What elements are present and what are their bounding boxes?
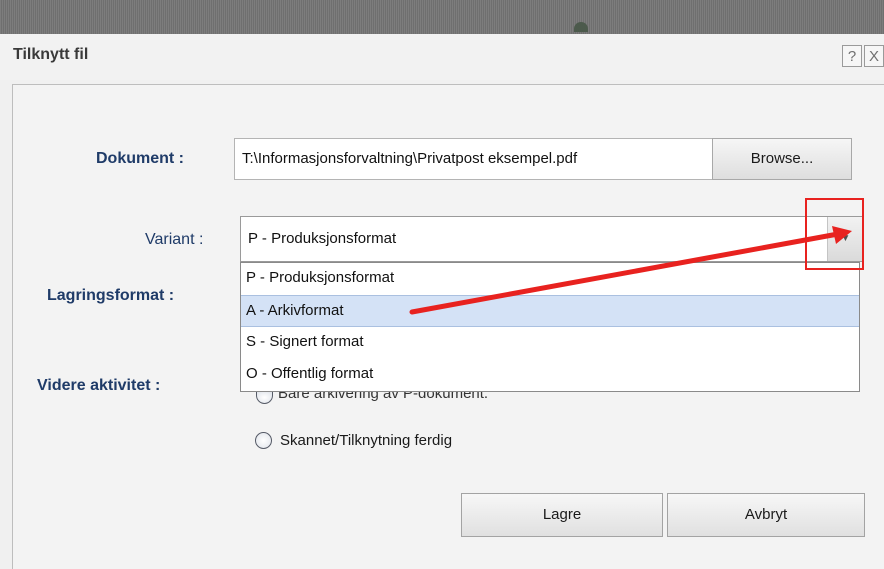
storage-format-label: Lagringsformat : (47, 287, 175, 304)
dropdown-option-a[interactable]: A - Arkivformat (241, 295, 859, 327)
variant-dropdown-list: P - Produksjonsformat A - Arkivformat S … (240, 262, 860, 392)
dialog-title: Tilknytt fil (13, 46, 89, 63)
radio-scanned-finished-label: Skannet/Tilknytning ferdig (280, 432, 453, 449)
dropdown-option-s[interactable]: S - Signert format (241, 327, 859, 359)
variant-selected-value: P - Produksjonsformat (248, 230, 397, 247)
radio-scanned-finished[interactable] (255, 432, 272, 449)
close-button[interactable]: X (864, 45, 884, 67)
document-label: Dokument : (96, 150, 184, 167)
cancel-button[interactable]: Avbryt (667, 493, 865, 537)
background-window-strip (0, 0, 884, 34)
dropdown-option-p[interactable]: P - Produksjonsformat (241, 263, 859, 295)
variant-select[interactable]: P - Produksjonsformat ▼ (240, 216, 864, 262)
help-button[interactable]: ? (842, 45, 862, 67)
dialog-titlebar: Tilknytt fil ? X (0, 34, 884, 80)
dropdown-arrow-icon[interactable]: ▼ (827, 217, 863, 261)
dropdown-option-o[interactable]: O - Offentlig format (241, 359, 859, 391)
browse-button[interactable]: Browse... (712, 138, 852, 180)
document-path-input[interactable]: T:\Informasjonsforvaltning\Privatpost ek… (234, 138, 714, 180)
save-button[interactable]: Lagre (461, 493, 663, 537)
further-activity-label: Videre aktivitet : (37, 377, 161, 394)
variant-label: Variant : (145, 231, 204, 248)
background-decoration (574, 22, 588, 32)
radio-archive-only-label-clip: Bare arkivering av P-dokument. (278, 390, 608, 404)
